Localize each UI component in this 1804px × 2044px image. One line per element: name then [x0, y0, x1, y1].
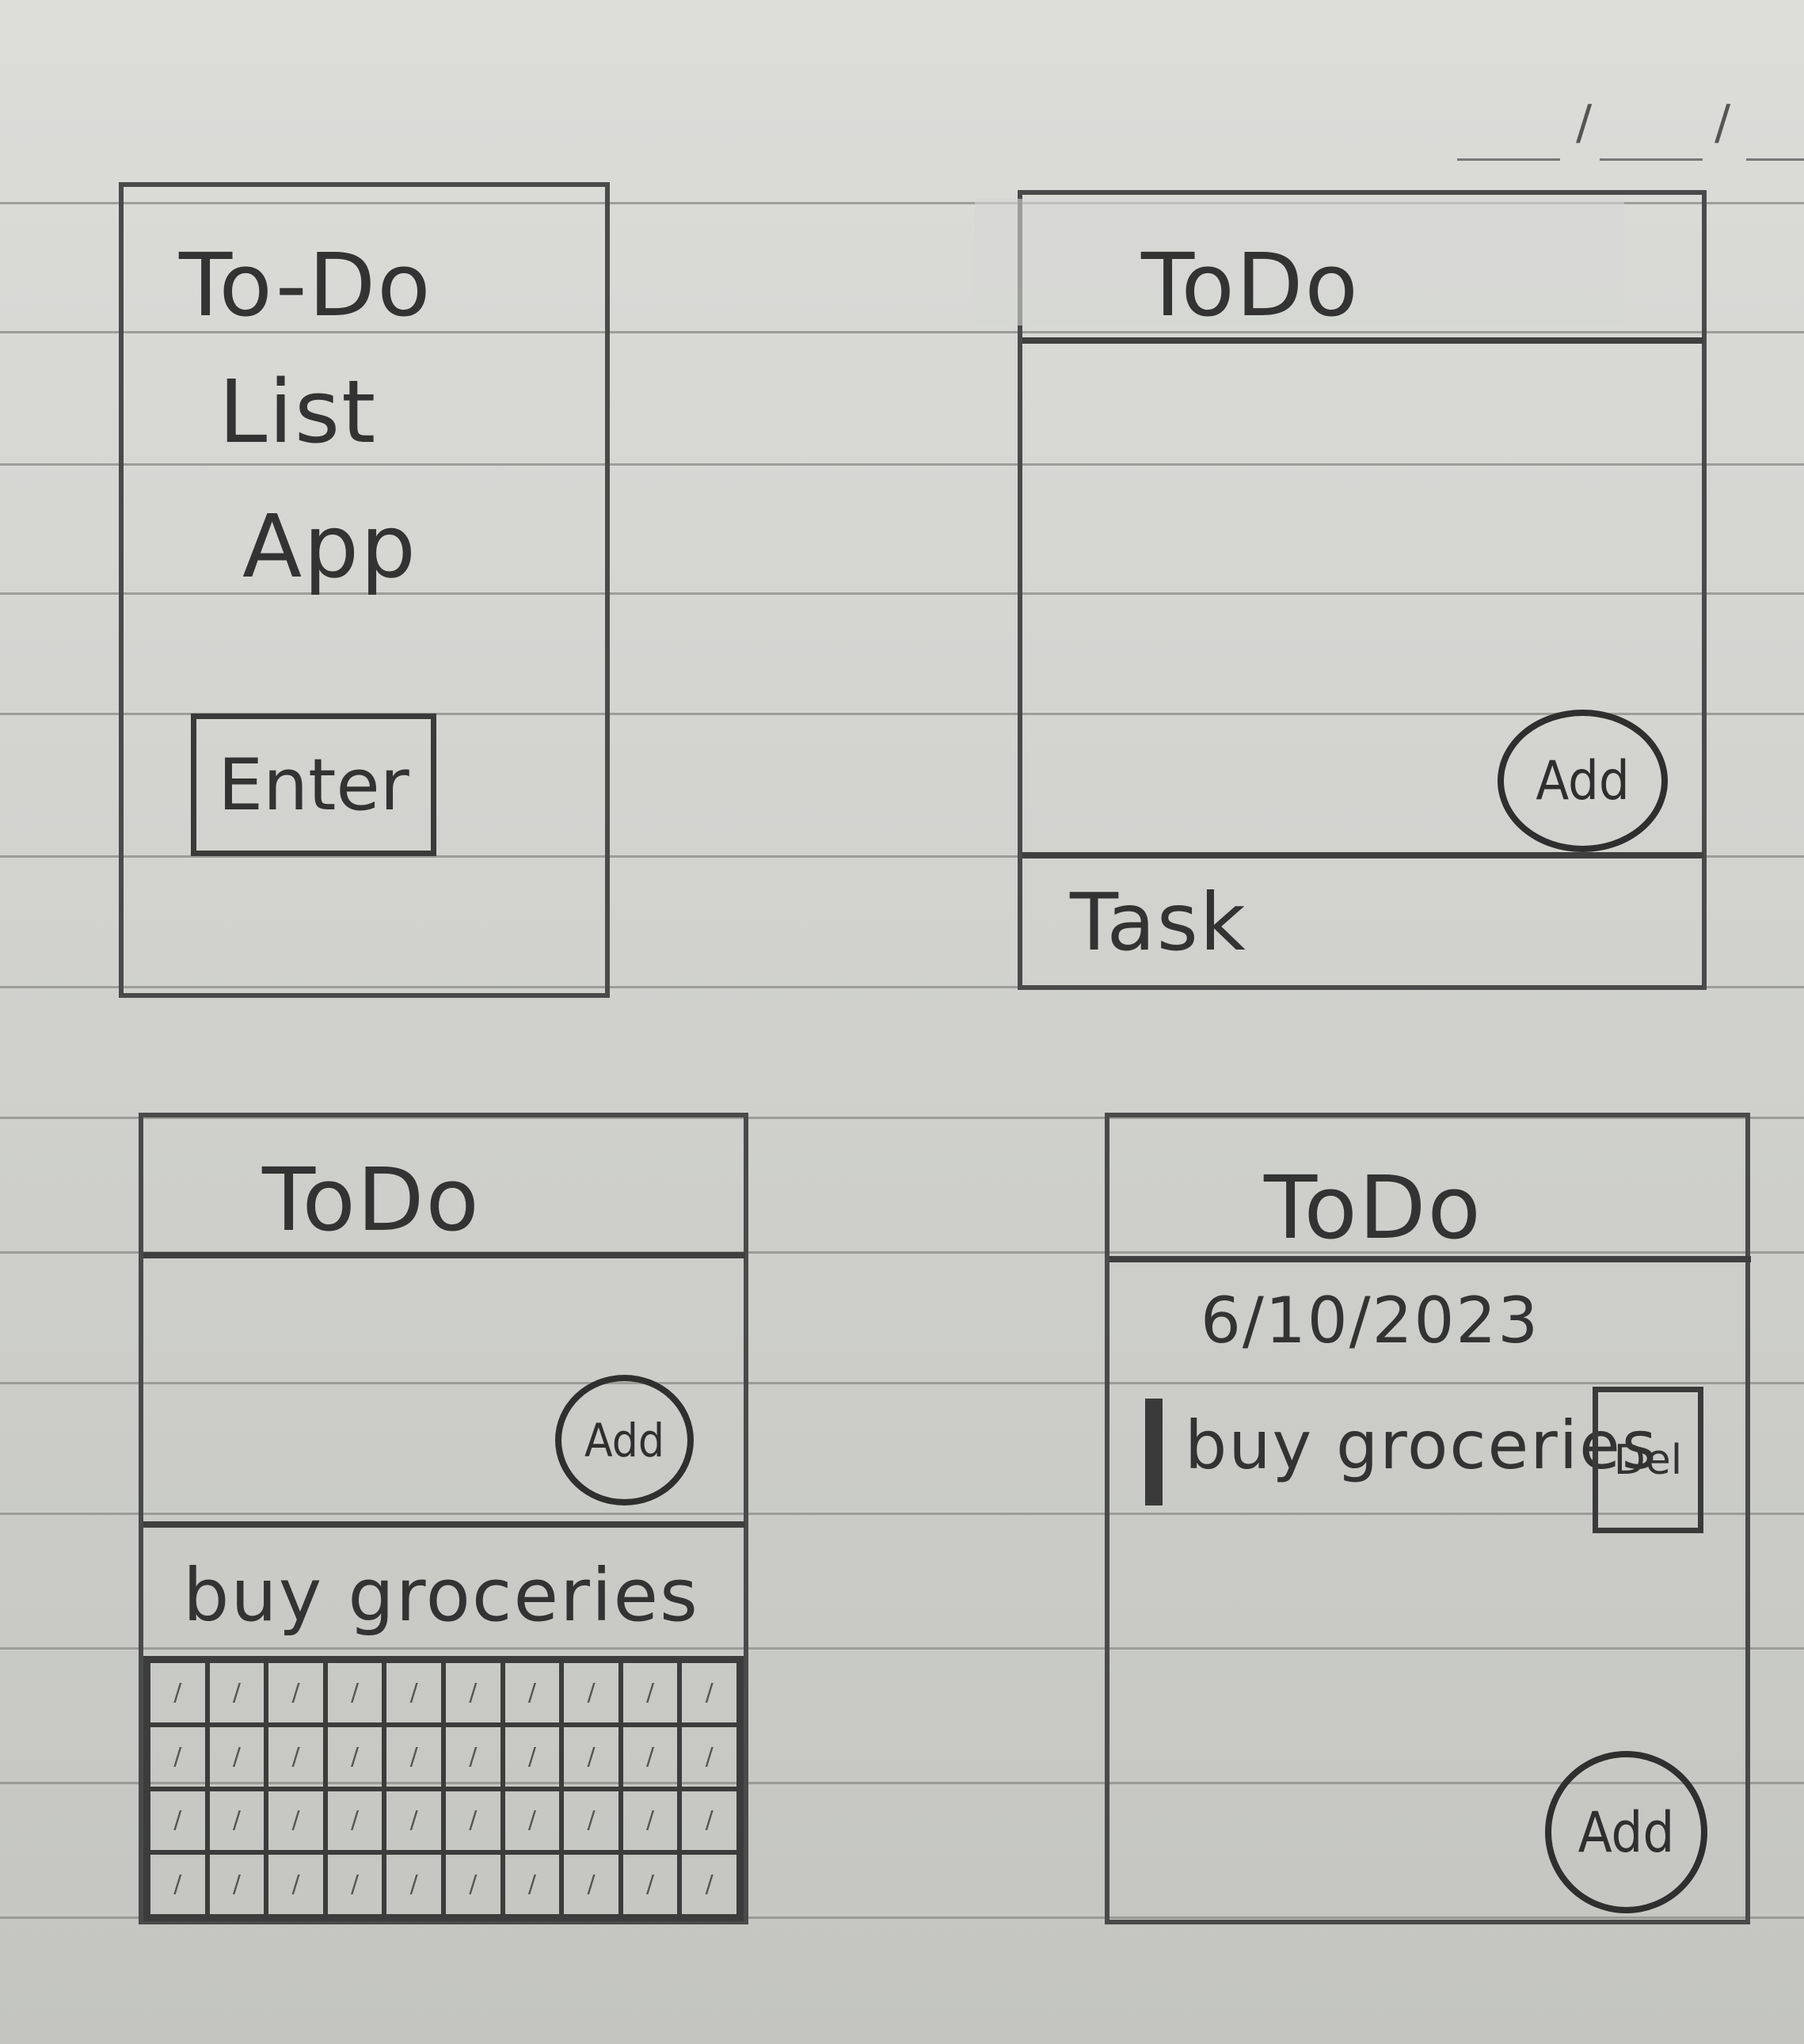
calendar-day-cell[interactable]: / [502, 1724, 562, 1789]
header-divider [143, 1252, 745, 1258]
task-list-screen: ToDo 6/10/2023 buy groceries Del Add [1105, 1113, 1751, 1924]
calendar-day-cell[interactable]: / [266, 1724, 325, 1789]
calendar-day-cell[interactable]: / [679, 1852, 739, 1916]
page-title: ToDo [262, 1149, 481, 1250]
add-button-label: Add [1578, 1799, 1675, 1865]
calendar-day-cell[interactable]: / [502, 1852, 562, 1916]
add-task-screen: ToDo Add buy groceries / / / / / / / / / / / / / / / / /… [139, 1113, 748, 1924]
calendar-day-cell[interactable]: / [443, 1852, 503, 1916]
calendar-day-cell[interactable]: / [384, 1724, 443, 1789]
splash-screen: To-Do List App Enter [119, 182, 610, 998]
calendar-day-cell[interactable]: / [325, 1788, 385, 1853]
calendar-day-cell[interactable]: / [207, 1661, 267, 1725]
header-divider [1109, 1256, 1751, 1262]
add-button[interactable]: Add [555, 1375, 694, 1505]
delete-button[interactable]: Del [1593, 1387, 1703, 1533]
calendar-day-cell[interactable]: / [148, 1852, 207, 1916]
calendar-day-cell[interactable]: / [443, 1661, 503, 1725]
add-button-label: Add [1536, 749, 1630, 813]
input-divider [1022, 852, 1703, 858]
calendar-day-cell[interactable]: / [561, 1661, 621, 1725]
date-slash: / [1715, 95, 1731, 150]
calendar-day-cell[interactable]: / [561, 1788, 621, 1853]
calendar-day-cell[interactable]: / [384, 1788, 443, 1853]
calendar-day-cell[interactable]: / [679, 1661, 739, 1725]
calendar-day-cell[interactable]: / [325, 1661, 385, 1725]
calendar-day-cell[interactable]: / [384, 1661, 443, 1725]
calendar-day-cell[interactable]: / [443, 1724, 503, 1789]
page-title: ToDo [1141, 234, 1360, 336]
add-button[interactable]: Add [1545, 1751, 1707, 1913]
delete-button-label: Del [1613, 1436, 1683, 1484]
calendar-day-cell[interactable]: / [207, 1724, 267, 1789]
calendar-picker[interactable]: / / / / / / / / / / / / / / / / / / / / / / / / / / / / / / / / / / / / / / / / [143, 1656, 744, 1921]
calendar-day-cell[interactable]: / [266, 1788, 325, 1853]
calendar-day-cell[interactable]: / [325, 1724, 385, 1789]
calendar-day-cell[interactable]: / [384, 1852, 443, 1916]
calendar-day-cell[interactable]: / [443, 1788, 503, 1853]
calendar-day-cell[interactable]: / [148, 1661, 207, 1725]
add-button[interactable]: Add [1498, 710, 1668, 852]
date-slash: / [1576, 95, 1593, 150]
calendar-day-cell[interactable]: / [620, 1724, 680, 1789]
calendar-day-cell[interactable]: / [679, 1788, 739, 1853]
calendar-day-cell[interactable]: / [620, 1852, 680, 1916]
date-blank [1600, 158, 1703, 161]
calendar-day-cell[interactable]: / [325, 1852, 385, 1916]
app-title-line-3: App [242, 496, 417, 597]
calendar-day-cell[interactable]: / [148, 1724, 207, 1789]
calendar-day-cell[interactable]: / [679, 1724, 739, 1789]
calendar-day-cell[interactable]: / [561, 1724, 621, 1789]
task-text: buy groceries [1185, 1406, 1658, 1484]
calendar-day-cell[interactable]: / [148, 1788, 207, 1853]
empty-todo-screen: ToDo Add Task [975, 190, 1707, 990]
page-title: ToDo [1264, 1157, 1482, 1258]
header-divider [1022, 337, 1703, 344]
calendar-day-cell[interactable]: / [502, 1788, 562, 1853]
task-checkbox[interactable] [1145, 1399, 1163, 1505]
add-button-label: Add [584, 1413, 664, 1467]
calendar-day-cell[interactable]: / [620, 1661, 680, 1725]
calendar-day-cell[interactable]: / [207, 1788, 267, 1853]
app-title-line-1: To-Do [179, 234, 432, 336]
calendar-day-cell[interactable]: / [502, 1661, 562, 1725]
task-row: buy groceries Del [1109, 1379, 1751, 1533]
task-input[interactable]: buy groceries [183, 1553, 699, 1638]
date-heading: 6/10/2023 [1201, 1284, 1540, 1357]
calendar-day-cell[interactable]: / [266, 1661, 325, 1725]
date-blank [1746, 158, 1804, 161]
app-title-line-2: List [219, 361, 378, 462]
enter-button[interactable]: Enter [191, 714, 436, 856]
calendar-day-cell[interactable]: / [561, 1852, 621, 1916]
calendar-day-cell[interactable]: / [207, 1852, 267, 1916]
enter-button-label: Enter [218, 743, 409, 827]
task-input[interactable]: Task [1070, 876, 1247, 969]
calendar-day-cell[interactable]: / [266, 1852, 325, 1916]
calendar-day-cell[interactable]: / [620, 1788, 680, 1853]
input-divider [143, 1521, 745, 1528]
date-blank [1457, 158, 1560, 161]
